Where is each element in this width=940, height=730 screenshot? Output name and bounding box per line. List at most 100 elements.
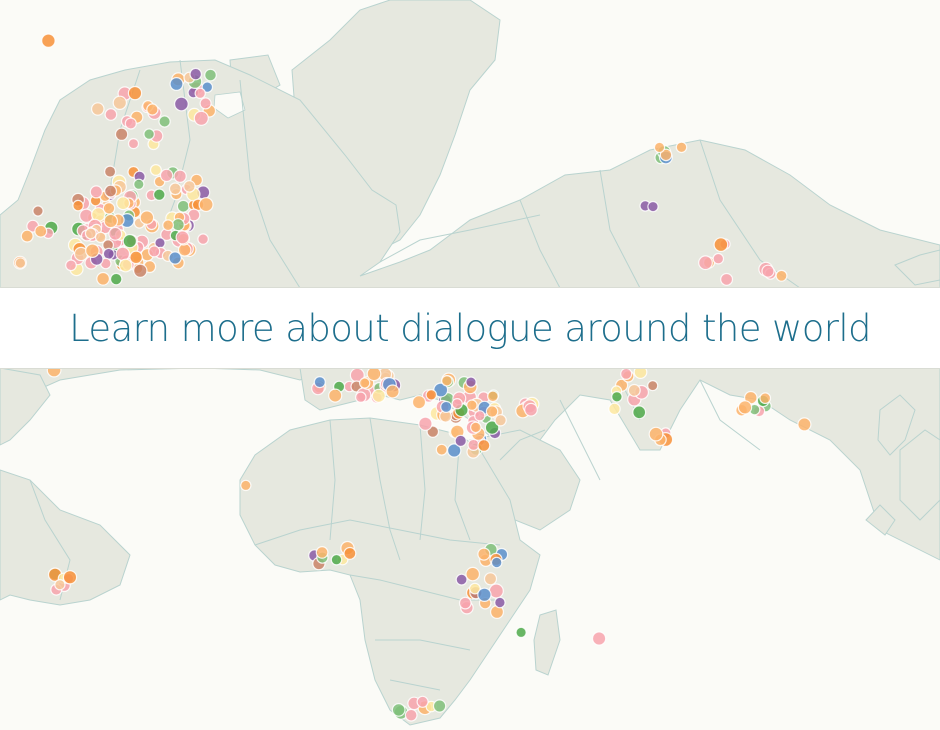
dialogue-marker[interactable] [41, 33, 56, 48]
dialogue-marker[interactable] [162, 219, 175, 232]
dialogue-marker[interactable] [91, 102, 105, 116]
dialogue-marker[interactable] [85, 243, 100, 258]
dialogue-marker[interactable] [611, 390, 623, 403]
dialogue-marker[interactable] [153, 188, 166, 201]
dialogue-marker[interactable] [627, 383, 641, 397]
dialogue-marker[interactable] [240, 479, 252, 492]
dialogue-marker[interactable] [14, 257, 27, 269]
dialogue-marker[interactable] [116, 196, 131, 211]
dialogue-marker[interactable] [104, 108, 118, 121]
dialogue-marker[interactable] [354, 391, 367, 403]
dialogue-marker[interactable] [171, 218, 185, 232]
dialogue-marker[interactable] [84, 227, 97, 240]
dialogue-marker[interactable] [632, 405, 647, 420]
dialogue-marker[interactable] [89, 185, 103, 199]
dialogue-marker[interactable] [797, 417, 812, 432]
dialogue-marker[interactable] [315, 546, 329, 559]
dialogue-marker[interactable] [198, 197, 214, 213]
dialogue-marker[interactable] [477, 547, 491, 561]
dialogue-marker[interactable] [173, 96, 189, 112]
dialogue-marker[interactable] [103, 213, 119, 229]
dialogue-marker[interactable] [102, 202, 116, 215]
dialogue-marker[interactable] [366, 366, 382, 382]
dialogue-marker[interactable] [720, 272, 734, 286]
dialogue-marker[interactable] [648, 426, 664, 442]
dialogue-marker[interactable] [713, 237, 729, 253]
dialogue-marker[interactable] [65, 259, 77, 272]
dialogue-marker[interactable] [698, 255, 713, 271]
dialogue-marker[interactable] [455, 573, 468, 586]
dialogue-marker[interactable] [194, 87, 206, 100]
dialogue-marker[interactable] [425, 389, 438, 401]
dialogue-marker[interactable] [620, 367, 633, 380]
dialogue-marker[interactable] [183, 180, 196, 193]
dialogue-marker[interactable] [391, 703, 406, 717]
dialogue-marker[interactable] [647, 380, 659, 392]
dialogue-marker[interactable] [104, 184, 118, 198]
dialogue-marker[interactable] [199, 97, 212, 110]
dialogue-marker[interactable] [143, 128, 155, 140]
dialogue-marker[interactable] [108, 226, 123, 241]
dialogue-marker[interactable] [343, 546, 357, 560]
dialogue-marker[interactable] [494, 596, 506, 609]
dialogue-marker[interactable] [94, 231, 107, 244]
dialogue-marker[interactable] [458, 596, 472, 610]
dialogue-marker[interactable] [371, 388, 386, 403]
dialogue-marker[interactable] [72, 199, 84, 212]
dialogue-marker[interactable] [435, 443, 448, 456]
dialogue-marker[interactable] [127, 138, 140, 150]
dialogue-marker[interactable] [328, 388, 343, 403]
dialogue-marker[interactable] [467, 438, 480, 451]
dialogue-marker[interactable] [515, 626, 527, 639]
dialogue-marker[interactable] [149, 164, 162, 177]
dialogue-marker[interactable] [474, 410, 486, 422]
dialogue-marker[interactable] [133, 263, 148, 278]
dialogue-marker[interactable] [118, 258, 133, 273]
dialogue-marker[interactable] [647, 200, 659, 213]
dialogue-marker[interactable] [127, 85, 143, 101]
dialogue-marker[interactable] [761, 264, 775, 278]
dialogue-marker[interactable] [169, 76, 184, 91]
dialogue-marker[interactable] [159, 168, 174, 183]
dialogue-marker[interactable] [102, 247, 115, 260]
dialogue-marker[interactable] [139, 210, 155, 225]
dialogue-marker[interactable] [454, 434, 467, 448]
dialogue-marker[interactable] [712, 252, 725, 265]
dialogue-marker[interactable] [133, 178, 145, 190]
dialogue-marker[interactable] [440, 400, 453, 413]
dialogue-marker[interactable] [32, 205, 44, 217]
dialogue-marker[interactable] [193, 110, 209, 126]
dialogue-marker[interactable] [451, 398, 463, 410]
dialogue-marker[interactable] [490, 556, 503, 569]
dialogue-marker[interactable] [477, 587, 492, 603]
dialogue-marker[interactable] [737, 400, 753, 415]
dialogue-marker[interactable] [62, 570, 78, 585]
dialogue-marker[interactable] [20, 229, 34, 243]
dialogue-marker[interactable] [112, 95, 128, 111]
dialogue-marker[interactable] [775, 269, 788, 282]
dialogue-marker[interactable] [204, 68, 217, 82]
dialogue-marker[interactable] [146, 103, 159, 116]
dialogue-marker[interactable] [465, 376, 477, 388]
dialogue-marker[interactable] [591, 631, 607, 646]
dialogue-marker[interactable] [404, 708, 418, 722]
dialogue-marker[interactable] [313, 376, 326, 389]
dialogue-marker[interactable] [103, 165, 117, 178]
dialogue-marker[interactable] [96, 271, 110, 286]
dialogue-marker[interactable] [608, 402, 621, 416]
dialogue-marker[interactable] [432, 699, 447, 713]
dialogue-marker[interactable] [109, 272, 123, 286]
dialogue-marker[interactable] [653, 141, 666, 154]
dialogue-marker[interactable] [197, 233, 209, 245]
dialogue-marker[interactable] [173, 169, 187, 183]
learn-more-banner[interactable]: Learn more about dialogue around the wor… [0, 287, 940, 369]
dialogue-marker[interactable] [176, 199, 190, 213]
dialogue-marker[interactable] [175, 230, 190, 245]
dialogue-marker[interactable] [411, 395, 427, 410]
dialogue-marker[interactable] [485, 405, 499, 418]
dialogue-marker[interactable] [469, 421, 482, 434]
dialogue-marker[interactable] [124, 117, 137, 130]
dialogue-marker[interactable] [359, 377, 371, 389]
dialogue-marker[interactable] [441, 374, 453, 387]
dialogue-marker[interactable] [148, 245, 161, 258]
